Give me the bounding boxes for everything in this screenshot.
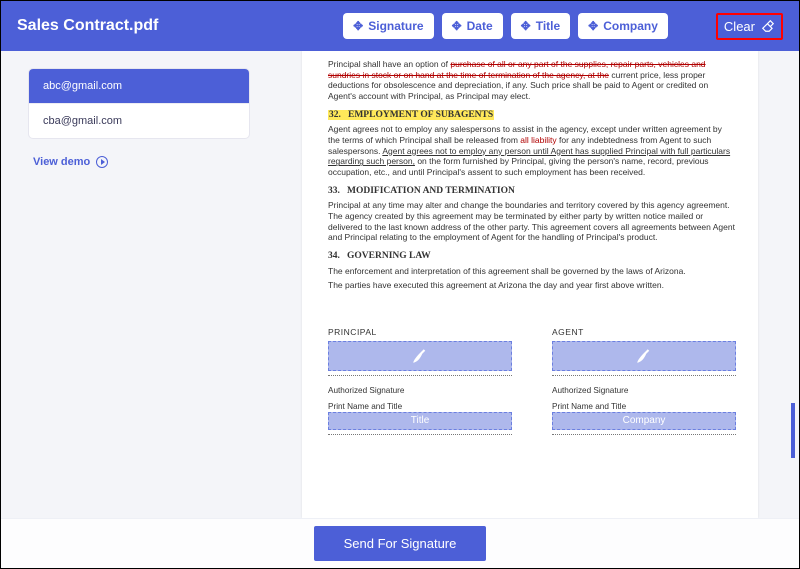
move-icon: ✥	[521, 19, 531, 33]
eraser-icon	[761, 19, 775, 33]
title-tool-label: Title	[536, 19, 560, 33]
line	[552, 434, 736, 435]
title-placeholder: Title	[411, 415, 430, 428]
agent-signature-field[interactable]	[552, 341, 736, 371]
signer-item-2[interactable]: cba@gmail.com	[29, 103, 249, 138]
view-demo-label: View demo	[33, 156, 90, 168]
view-demo-link[interactable]: View demo	[29, 156, 249, 168]
clear-label: Clear	[724, 19, 755, 34]
document-title: Sales Contract.pdf	[17, 17, 158, 35]
signature-line	[328, 375, 512, 376]
scroll-indicator[interactable]	[791, 403, 795, 458]
signer-item-1[interactable]: abc@gmail.com	[29, 69, 249, 103]
company-placeholder: Company	[623, 415, 666, 428]
signer-list: abc@gmail.com cba@gmail.com	[29, 69, 249, 138]
signature-icon	[411, 347, 429, 365]
company-tool-button[interactable]: ✥ Company	[578, 13, 668, 39]
principal-signature-field[interactable]	[328, 341, 512, 371]
signature-row: PRINCIPAL Authorized Signature Print Nam…	[328, 327, 736, 445]
auth-sig-label: Authorized Signature	[328, 386, 512, 396]
section-34-body-1: The enforcement and interpretation of th…	[328, 266, 736, 277]
footer-bar: Send For Signature	[1, 518, 799, 568]
signature-line	[552, 375, 736, 376]
top-bar: Sales Contract.pdf ✥ Signature ✥ Date ✥ …	[1, 1, 799, 51]
main-area: abc@gmail.com cba@gmail.com View demo Pr…	[1, 51, 799, 518]
clear-button[interactable]: Clear	[724, 19, 775, 34]
document-viewport[interactable]: Principal shall have an option of purcha…	[261, 51, 799, 518]
principal-label: PRINCIPAL	[328, 327, 512, 338]
print-name-label: Print Name and Title	[328, 402, 512, 412]
section-34-body-2: The parties have executed this agreement…	[328, 280, 736, 291]
title-tool-button[interactable]: ✥ Title	[511, 13, 571, 39]
section-34-heading: 34. GOVERNING LAW	[328, 251, 736, 263]
signature-icon	[635, 347, 653, 365]
principal-column: PRINCIPAL Authorized Signature Print Nam…	[328, 327, 512, 445]
document-page: Principal shall have an option of purcha…	[302, 51, 758, 518]
section-32-body: Agent agrees not to employ any salespers…	[328, 124, 736, 177]
section-32-heading: 32. EMPLOYMENT OF SUBAGENTS	[328, 110, 736, 122]
send-for-signature-button[interactable]: Send For Signature	[314, 526, 487, 561]
sidebar: abc@gmail.com cba@gmail.com View demo	[1, 51, 261, 518]
line	[328, 434, 512, 435]
company-tool-label: Company	[603, 19, 658, 33]
paragraph: Principal shall have an option of purcha…	[328, 59, 736, 102]
clear-highlight-box: Clear	[716, 13, 783, 40]
field-toolbar: ✥ Signature ✥ Date ✥ Title ✥ Company	[343, 13, 668, 39]
signature-tool-button[interactable]: ✥ Signature	[343, 13, 433, 39]
move-icon: ✥	[452, 19, 462, 33]
move-icon: ✥	[588, 19, 598, 33]
print-name-label: Print Name and Title	[552, 402, 736, 412]
section-33-heading: 33. MODIFICATION AND TERMINATION	[328, 186, 736, 198]
agent-company-field[interactable]: Company	[552, 412, 736, 430]
signature-tool-label: Signature	[368, 19, 423, 33]
agent-label: AGENT	[552, 327, 736, 338]
move-icon: ✥	[353, 19, 363, 33]
agent-column: AGENT Authorized Signature Print Name an…	[552, 327, 736, 445]
section-33-body: Principal at any time may alter and chan…	[328, 200, 736, 243]
date-tool-label: Date	[467, 19, 493, 33]
auth-sig-label: Authorized Signature	[552, 386, 736, 396]
principal-title-field[interactable]: Title	[328, 412, 512, 430]
play-icon	[96, 156, 108, 168]
date-tool-button[interactable]: ✥ Date	[442, 13, 503, 39]
